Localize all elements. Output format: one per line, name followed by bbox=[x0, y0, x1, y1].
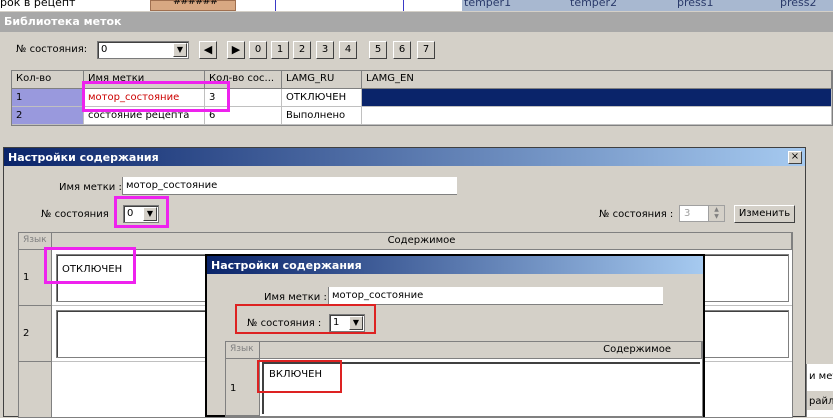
lang-en-cell[interactable] bbox=[362, 107, 832, 125]
fragment-button-text: райла bbox=[809, 396, 833, 407]
fragment-button[interactable]: райла bbox=[807, 390, 833, 410]
dialog-title-bar[interactable]: Настройки содержания bbox=[207, 256, 703, 274]
row-number[interactable]: 1 bbox=[226, 359, 260, 416]
background-button[interactable]: ###### bbox=[150, 0, 236, 11]
state-count-stepper: 3 ▲ ▼ bbox=[679, 205, 725, 222]
close-icon[interactable]: × bbox=[788, 151, 802, 164]
background-window-fragment: и мето райла bbox=[806, 364, 833, 417]
tag-name-value: мотор_состояние bbox=[332, 290, 424, 301]
column-header[interactable]: LAMG_RU bbox=[282, 71, 362, 89]
divider bbox=[403, 0, 404, 11]
background-window-strip: рок в рецепт ###### temper1 temper2 pres… bbox=[0, 0, 833, 11]
triangle-left-icon: ◀ bbox=[203, 43, 213, 56]
row-number[interactable]: 2 bbox=[19, 306, 52, 362]
library-title-bar[interactable]: Библиотека меток bbox=[0, 12, 833, 32]
highlight-box bbox=[114, 196, 169, 228]
row-number[interactable]: 2 bbox=[12, 107, 84, 125]
tag-name-field[interactable]: мотор_состояние bbox=[328, 287, 663, 305]
column-header: temper2 bbox=[570, 0, 618, 9]
divider bbox=[275, 0, 276, 11]
column-header[interactable]: Кол-во bbox=[12, 71, 84, 89]
state-button-4[interactable]: 4 bbox=[339, 41, 357, 59]
state-label: № состояния bbox=[41, 209, 109, 220]
tag-name-label: Имя метки : bbox=[264, 292, 327, 303]
highlight-box bbox=[44, 247, 136, 284]
background-column-headers: temper1 temper2 press1 press2 bbox=[462, 0, 833, 11]
triangle-right-icon: ▶ bbox=[231, 43, 241, 56]
library-title: Библиотека меток bbox=[4, 15, 122, 28]
state-select-value: 0 bbox=[101, 44, 108, 55]
state-button-1[interactable]: 1 bbox=[271, 41, 289, 59]
prev-state-button[interactable]: ◀ bbox=[199, 41, 217, 59]
state-label: № состояния: bbox=[16, 44, 88, 55]
column-header[interactable]: Язык bbox=[226, 342, 260, 359]
dialog-title-bar[interactable]: Настройки содержания bbox=[4, 148, 805, 166]
change-button[interactable]: Изменить bbox=[734, 205, 795, 223]
column-header: press2 bbox=[780, 0, 817, 9]
lang-ru-cell[interactable]: ОТКЛЮЧЕН bbox=[282, 89, 362, 107]
column-header[interactable]: Содержимое bbox=[52, 233, 792, 250]
dialog-title: Настройки содержания bbox=[211, 259, 362, 272]
background-button-label: ###### bbox=[173, 0, 218, 7]
fragment-text: и мето bbox=[809, 371, 833, 382]
lang-en-cell[interactable] bbox=[362, 89, 832, 107]
highlight-box bbox=[82, 81, 230, 112]
next-state-button[interactable]: ▶ bbox=[227, 41, 245, 59]
tag-name-field[interactable]: мотор_состояние bbox=[122, 177, 457, 195]
column-header: press1 bbox=[677, 0, 714, 9]
spin-arrows-icon: ▲ ▼ bbox=[708, 206, 724, 221]
state-count-label: № состояния : bbox=[599, 209, 674, 220]
row-number-empty bbox=[19, 362, 52, 418]
state-button-2[interactable]: 2 bbox=[293, 41, 311, 59]
background-window-text: рок в рецепт bbox=[0, 0, 76, 9]
state-button-5[interactable]: 5 bbox=[369, 41, 387, 59]
chevron-down-icon[interactable]: ▼ bbox=[173, 43, 187, 57]
column-header: temper1 bbox=[464, 0, 512, 9]
state-button-7[interactable]: 7 bbox=[417, 41, 435, 59]
highlight-box bbox=[257, 360, 342, 393]
state-button-0[interactable]: 0 bbox=[249, 41, 267, 59]
state-select[interactable]: 0 ▼ bbox=[97, 41, 189, 59]
highlight-box bbox=[235, 304, 376, 334]
column-header[interactable]: LAMG_EN bbox=[362, 71, 832, 89]
state-count-value: 3 bbox=[684, 208, 691, 219]
lang-ru-cell[interactable]: Выполнено bbox=[282, 107, 362, 125]
tag-name-value: мотор_состояние bbox=[126, 180, 218, 191]
column-header[interactable]: Содержимое bbox=[260, 342, 702, 359]
tag-name-label: Имя метки : bbox=[59, 182, 122, 193]
state-button-6[interactable]: 6 bbox=[393, 41, 411, 59]
state-button-3[interactable]: 3 bbox=[316, 41, 334, 59]
dialog-title: Настройки содержания bbox=[8, 151, 159, 164]
row-number[interactable]: 1 bbox=[12, 89, 84, 107]
